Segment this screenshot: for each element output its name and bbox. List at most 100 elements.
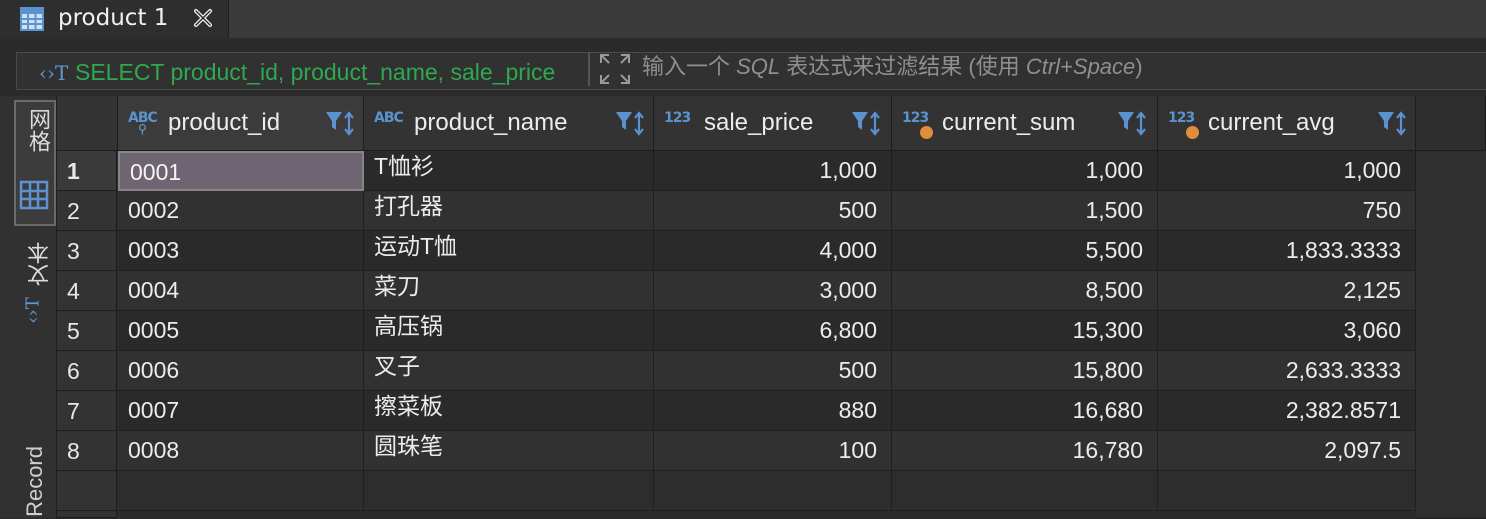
hint-prefix: 输入一个 <box>642 54 737 79</box>
cell-product-id[interactable]: 0005 <box>118 311 364 351</box>
cell-sale-price[interactable]: 100 <box>654 431 892 471</box>
cell-current-avg[interactable]: 2,633.3333 <box>1158 351 1416 391</box>
cell-product-name[interactable]: 运动T恤 <box>364 231 654 271</box>
editor-tab-bar: product 1 <box>0 0 1486 39</box>
column-header-current-avg[interactable]: 123 current_avg <box>1158 96 1416 151</box>
column-name: product_id <box>168 109 281 136</box>
cell-current-avg[interactable]: 1,833.3333 <box>1158 231 1416 271</box>
cell-current-sum[interactable]: 8,500 <box>892 271 1158 311</box>
row-number[interactable]: 2 <box>57 191 117 231</box>
column-header-current-sum[interactable]: 123 current_sum <box>892 96 1158 151</box>
header-filler <box>1416 96 1486 151</box>
cell-current-avg[interactable]: 1,000 <box>1158 151 1416 191</box>
cell-sale-price[interactable]: 500 <box>654 351 892 391</box>
cell-product-name[interactable]: T恤衫 <box>364 151 654 191</box>
tab-title: product 1 <box>58 5 169 31</box>
filter-sort-icon[interactable] <box>614 110 646 142</box>
sql-filter-icon[interactable]: ‹›T <box>39 61 68 85</box>
calculated-column-icon <box>920 126 933 139</box>
row-number[interactable]: 1 <box>57 151 117 191</box>
text-view-icon[interactable]: ‹›T <box>23 297 44 323</box>
cell-current-sum[interactable]: 16,680 <box>892 391 1158 431</box>
cell-current-sum[interactable]: 15,300 <box>892 311 1158 351</box>
cell-current-sum[interactable]: 1,000 <box>892 151 1158 191</box>
cell-product-name[interactable]: 菜刀 <box>364 271 654 311</box>
sql-query-text[interactable]: SELECT product_id, product_name, sale_pr… <box>75 59 595 85</box>
number-type-icon: 123 <box>1168 110 1195 126</box>
cell-product-name[interactable]: 叉子 <box>364 351 654 391</box>
empty-cell <box>118 471 364 511</box>
cell-sale-price[interactable]: 3,000 <box>654 271 892 311</box>
hint-shortcut: Ctrl+Space <box>1025 54 1136 79</box>
column-name: current_sum <box>942 109 1076 136</box>
cell-product-id[interactable]: 0006 <box>118 351 364 391</box>
column-header-product-id[interactable]: ABC ⚲ product_id <box>118 96 364 151</box>
expand-icon[interactable] <box>598 52 632 90</box>
row-number[interactable]: 8 <box>57 431 117 471</box>
grid-right-filler <box>1416 151 1486 519</box>
cell-current-avg[interactable]: 2,097.5 <box>1158 431 1416 471</box>
close-icon[interactable] <box>192 7 214 33</box>
calculated-column-icon <box>1186 126 1199 139</box>
filter-sort-icon[interactable] <box>850 110 882 142</box>
column-name: product_name <box>414 109 568 136</box>
cell-current-sum[interactable]: 5,500 <box>892 231 1158 271</box>
cell-product-id[interactable]: 0008 <box>118 431 364 471</box>
cell-sale-price[interactable]: 4,000 <box>654 231 892 271</box>
row-number[interactable]: 5 <box>57 311 117 351</box>
column-name: sale_price <box>704 109 814 136</box>
cell-sale-price[interactable]: 1,000 <box>654 151 892 191</box>
cell-product-id[interactable]: 0004 <box>118 271 364 311</box>
cell-sale-price[interactable]: 6,800 <box>654 311 892 351</box>
cell-product-name[interactable]: 圆珠笔 <box>364 431 654 471</box>
cell-product-id[interactable]: 0007 <box>118 391 364 431</box>
column-header-sale-price[interactable]: 123 sale_price <box>654 96 892 151</box>
empty-cell <box>892 471 1158 511</box>
cell-current-avg[interactable]: 3,060 <box>1158 311 1416 351</box>
grid-corner[interactable] <box>57 96 118 151</box>
empty-row-number <box>57 471 117 511</box>
cell-product-name[interactable]: 擦菜板 <box>364 391 654 431</box>
cell-product-name[interactable]: 高压锅 <box>364 311 654 351</box>
cell-product-id[interactable]: 0001 <box>118 151 364 191</box>
cell-current-avg[interactable]: 750 <box>1158 191 1416 231</box>
hint-suffix: ) <box>1135 54 1143 79</box>
cell-product-id[interactable]: 0003 <box>118 231 364 271</box>
results-grid: ABC ⚲ product_id ABC product_name 123 sa… <box>57 96 1486 519</box>
table-icon <box>20 7 44 35</box>
row-number[interactable]: 3 <box>57 231 117 271</box>
filter-sort-icon[interactable] <box>1116 110 1148 142</box>
view-mode-panel: 网格 文本 ‹›T Record <box>0 96 57 518</box>
column-header-product-name[interactable]: ABC product_name <box>364 96 654 151</box>
text-type-icon: ABC <box>374 110 404 126</box>
row-number[interactable]: 7 <box>57 391 117 431</box>
filter-sort-icon[interactable] <box>1376 110 1408 142</box>
empty-cell <box>364 471 654 511</box>
empty-cell <box>1158 471 1416 511</box>
cell-current-sum[interactable]: 16,780 <box>892 431 1158 471</box>
cell-product-id[interactable]: 0002 <box>118 191 364 231</box>
column-name: current_avg <box>1208 109 1335 136</box>
cell-current-sum[interactable]: 1,500 <box>892 191 1158 231</box>
row-number[interactable]: 4 <box>57 271 117 311</box>
text-view-label[interactable]: 文本 <box>24 242 56 286</box>
cell-current-sum[interactable]: 15,800 <box>892 351 1158 391</box>
cell-current-avg[interactable]: 2,382.8571 <box>1158 391 1416 431</box>
empty-row-number <box>57 511 117 518</box>
number-type-icon: 123 <box>902 110 929 126</box>
cell-current-avg[interactable]: 2,125 <box>1158 271 1416 311</box>
filter-placeholder[interactable]: 输入一个 SQL 表达式来过滤结果 (使用 Ctrl+Space) <box>642 52 1143 82</box>
grid-icon[interactable] <box>19 180 49 214</box>
filter-sort-icon[interactable] <box>324 110 356 142</box>
cell-sale-price[interactable]: 880 <box>654 391 892 431</box>
hint-sql: SQL <box>736 54 781 79</box>
key-icon: ⚲ <box>138 122 147 136</box>
row-number[interactable]: 6 <box>57 351 117 391</box>
hint-mid: 表达式来过滤结果 (使用 <box>780 54 1026 79</box>
filter-separator <box>588 52 590 86</box>
grid-view-label[interactable]: 网格 <box>22 108 54 152</box>
cell-sale-price[interactable]: 500 <box>654 191 892 231</box>
cell-product-name[interactable]: 打孔器 <box>364 191 654 231</box>
tab-product-1[interactable]: product 1 <box>0 0 229 38</box>
record-view-label[interactable]: Record <box>22 446 48 517</box>
